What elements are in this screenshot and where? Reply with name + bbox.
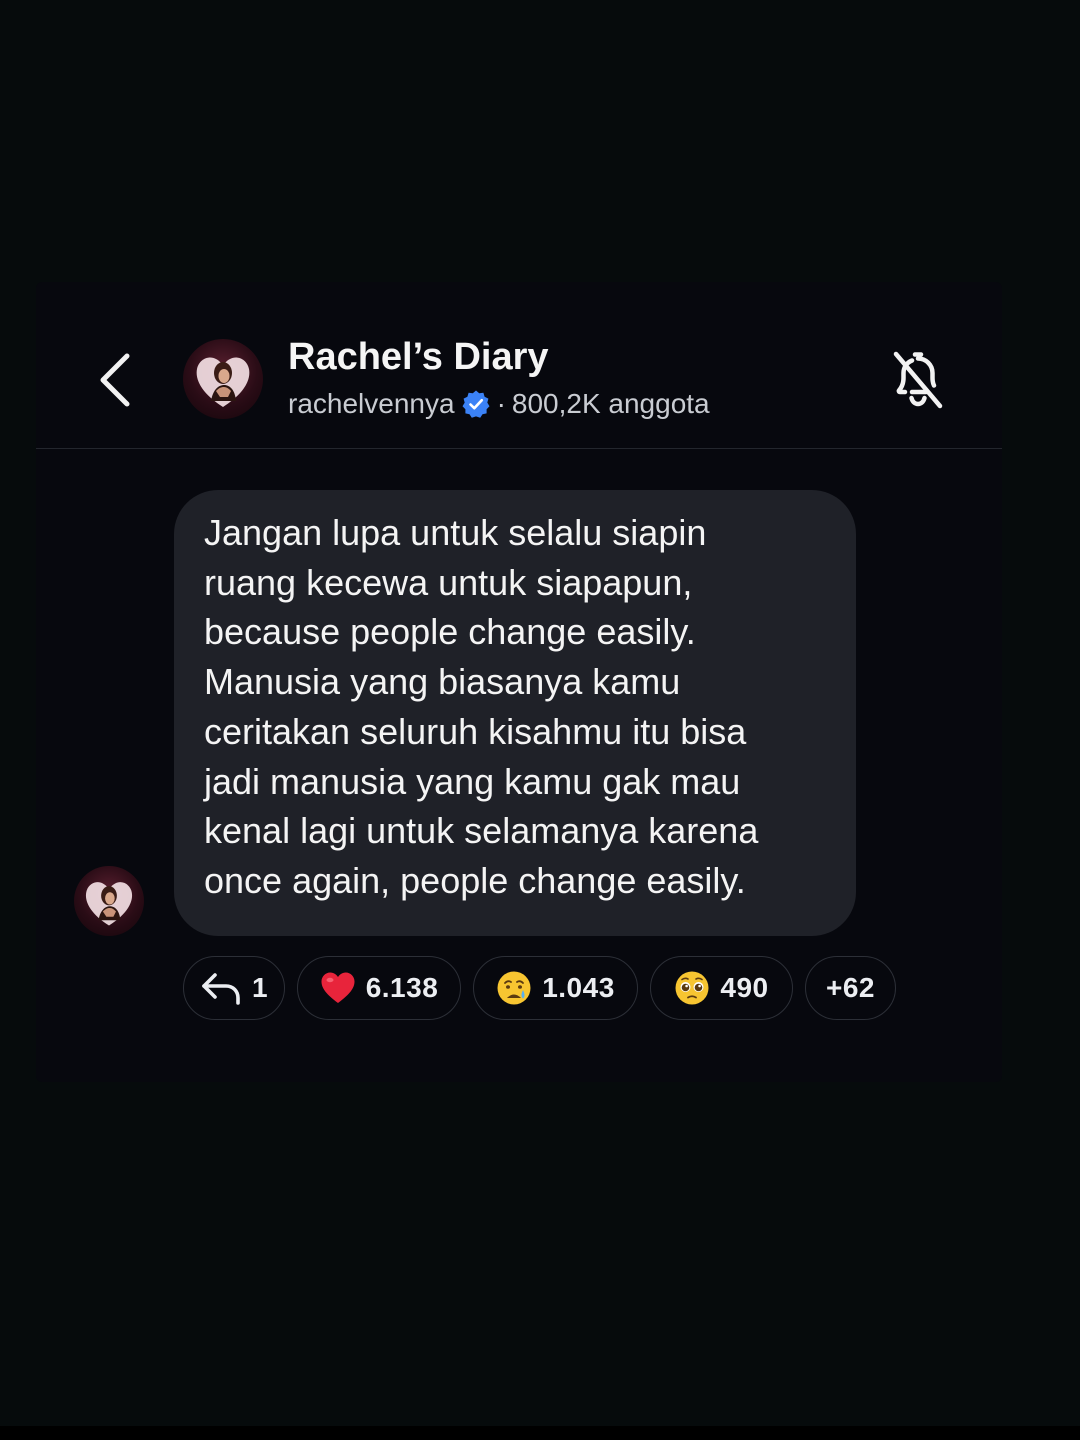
pleading-reaction-count: 490 xyxy=(720,972,769,1003)
message-line: because people change easily. xyxy=(204,611,696,653)
heart-reaction-button[interactable]: 6.138 xyxy=(297,956,461,1020)
channel-subtitle: rachelvennya · 800,2K anggota xyxy=(288,388,710,420)
reactions-bar: 1 6.138 1.043 490 +62 xyxy=(183,956,896,1022)
back-button[interactable] xyxy=(90,350,140,410)
pleading-reaction-button[interactable]: 490 xyxy=(650,956,793,1020)
message-line: jadi manusia yang kamu gak mau xyxy=(204,760,741,802)
pleading-face-emoji xyxy=(674,970,710,1006)
message-text: Jangan lupa untuk selalu siapin ruang ke… xyxy=(204,508,836,906)
crying-reaction-button[interactable]: 1.043 xyxy=(473,956,638,1020)
chevron-left-icon xyxy=(100,353,130,407)
more-reactions-count: +62 xyxy=(826,972,875,1003)
channel-title[interactable]: Rachel’s Diary xyxy=(288,336,549,379)
message-line: kenal lagi untuk selamanya karena xyxy=(204,810,759,852)
verified-badge-icon xyxy=(461,389,491,419)
message-line: Jangan lupa untuk selalu siapin xyxy=(204,512,707,553)
reply-arrow-icon xyxy=(200,969,242,1007)
crying-reaction-count: 1.043 xyxy=(542,972,615,1003)
channel-username[interactable]: rachelvennya xyxy=(288,388,455,420)
member-count: 800,2K anggota xyxy=(511,388,710,419)
message-sender-avatar[interactable] xyxy=(74,866,144,936)
reply-count-button[interactable]: 1 xyxy=(183,956,285,1020)
crying-face-emoji xyxy=(496,970,532,1006)
header-divider xyxy=(36,448,1002,449)
bell-slash-icon xyxy=(893,351,943,409)
subtitle-separator: · xyxy=(496,388,506,419)
more-reactions-button[interactable]: +62 xyxy=(805,956,896,1020)
heart-reaction-count: 6.138 xyxy=(365,972,439,1003)
message-line: ceritakan seluruh kisahmu itu bisa xyxy=(204,710,747,752)
bottom-strip xyxy=(0,1426,1080,1440)
message-line: ruang kecewa untuk siapapun, xyxy=(204,561,693,603)
red-heart-emoji xyxy=(320,971,356,1005)
message-line: Manusia yang biasanya kamu xyxy=(204,661,681,703)
mute-notifications-button[interactable] xyxy=(886,346,950,412)
message-bubble[interactable]: Jangan lupa untuk selalu siapin ruang ke… xyxy=(174,490,856,936)
screen: Rachel’s Diary rachelvennya · 800,2K ang… xyxy=(0,0,1080,1440)
reply-count: 1 xyxy=(251,972,269,1003)
channel-avatar[interactable] xyxy=(183,339,263,419)
message-line: once again, people change easily. xyxy=(204,859,746,901)
